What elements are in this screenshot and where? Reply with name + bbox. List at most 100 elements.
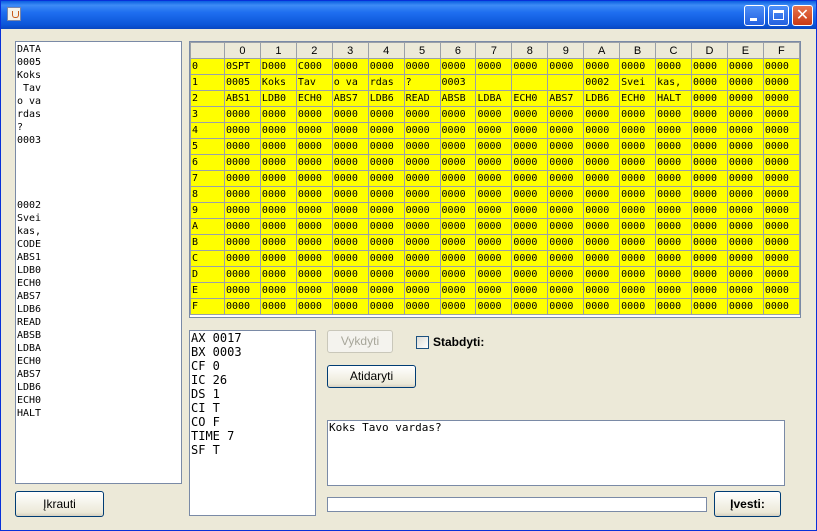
memory-cell[interactable]: 0000: [224, 234, 261, 251]
memory-cell[interactable]: Svei: [619, 74, 657, 91]
memory-cell[interactable]: 0000: [295, 170, 333, 187]
memory-cell[interactable]: 0000: [367, 266, 405, 283]
memory-cell[interactable]: 0000: [690, 58, 728, 75]
memory-cell[interactable]: 0000: [547, 282, 585, 299]
memory-cell[interactable]: 0000: [331, 298, 369, 315]
memory-cell[interactable]: 0000: [583, 154, 621, 171]
memory-cell[interactable]: 0000: [547, 186, 585, 203]
row-header[interactable]: C: [190, 250, 225, 267]
memory-cell[interactable]: 0000: [224, 250, 261, 267]
memory-cell[interactable]: 0000: [762, 170, 801, 187]
memory-cell[interactable]: 0000: [619, 234, 657, 251]
column-header[interactable]: 8: [511, 42, 549, 59]
memory-cell[interactable]: 0000: [403, 266, 441, 283]
memory-cell[interactable]: [475, 74, 513, 91]
memory-cell[interactable]: 0000: [475, 138, 513, 155]
column-header[interactable]: 3: [331, 42, 369, 59]
memory-cell[interactable]: 0000: [259, 138, 297, 155]
memory-cell[interactable]: 0000: [690, 122, 728, 139]
memory-cell[interactable]: ECH0: [511, 90, 549, 107]
memory-cell[interactable]: 0000: [224, 186, 261, 203]
memory-cell[interactable]: 0000: [655, 218, 692, 235]
memory-cell[interactable]: 0000: [259, 218, 297, 235]
memory-cell[interactable]: 0000: [726, 74, 764, 91]
memory-cell[interactable]: 0000: [295, 106, 333, 123]
memory-cell[interactable]: 0000: [762, 58, 801, 75]
memory-cell[interactable]: 0000: [726, 170, 764, 187]
row-header[interactable]: F: [190, 298, 225, 315]
memory-cell[interactable]: 0000: [331, 170, 369, 187]
memory-cell[interactable]: 0000: [726, 282, 764, 299]
memory-cell[interactable]: 0000: [690, 106, 728, 123]
memory-cell[interactable]: 0000: [331, 106, 369, 123]
memory-cell[interactable]: 0000: [762, 234, 801, 251]
memory-cell[interactable]: 0000: [403, 234, 441, 251]
memory-cell[interactable]: 0000: [547, 234, 585, 251]
memory-cell[interactable]: 0000: [439, 122, 477, 139]
memory-cell[interactable]: 0000: [511, 266, 549, 283]
memory-cell[interactable]: 0000: [547, 266, 585, 283]
input-field[interactable]: [327, 497, 707, 512]
memory-cell[interactable]: 0000: [295, 234, 333, 251]
column-header[interactable]: B: [619, 42, 657, 59]
memory-cell[interactable]: 0000: [655, 202, 692, 219]
memory-cell[interactable]: 0000: [295, 154, 333, 171]
memory-cell[interactable]: 0000: [583, 186, 621, 203]
row-header[interactable]: 9: [190, 202, 225, 219]
memory-cell[interactable]: 0000: [726, 298, 764, 315]
memory-cell[interactable]: 0000: [439, 106, 477, 123]
memory-cell[interactable]: 0000: [547, 154, 585, 171]
memory-cell[interactable]: 0000: [619, 218, 657, 235]
memory-cell[interactable]: 0000: [726, 250, 764, 267]
memory-cell[interactable]: 0000: [726, 154, 764, 171]
memory-cell[interactable]: 0000: [726, 202, 764, 219]
memory-cell[interactable]: 0000: [511, 122, 549, 139]
memory-cell[interactable]: 0000: [439, 202, 477, 219]
memory-cell[interactable]: 0000: [224, 106, 261, 123]
memory-cell[interactable]: 0000: [655, 250, 692, 267]
memory-cell[interactable]: 0000: [331, 250, 369, 267]
memory-cell[interactable]: 0000: [475, 298, 513, 315]
memory-cell[interactable]: 0000: [331, 154, 369, 171]
open-button[interactable]: Atidaryti: [327, 365, 416, 388]
memory-cell[interactable]: 0000: [690, 186, 728, 203]
title-bar[interactable]: ✕: [1, 1, 816, 29]
memory-cell[interactable]: 0000: [690, 202, 728, 219]
memory-cell[interactable]: 0000: [690, 170, 728, 187]
memory-cell[interactable]: 0000: [475, 218, 513, 235]
row-header[interactable]: 2: [190, 90, 225, 107]
memory-cell[interactable]: 0000: [619, 298, 657, 315]
memory-cell[interactable]: 0000: [726, 234, 764, 251]
memory-cell[interactable]: 0000: [439, 234, 477, 251]
column-header[interactable]: F: [762, 42, 801, 59]
memory-cell[interactable]: kas,: [655, 74, 692, 91]
column-header[interactable]: C: [655, 42, 692, 59]
memory-cell[interactable]: 0000: [547, 202, 585, 219]
memory-cell[interactable]: 0000: [475, 266, 513, 283]
memory-cell[interactable]: 0000: [762, 122, 801, 139]
memory-cell[interactable]: 0000: [367, 186, 405, 203]
output-textarea[interactable]: Koks Tavo vardas?: [327, 420, 785, 486]
memory-cell[interactable]: 0000: [367, 122, 405, 139]
memory-cell[interactable]: 0000: [224, 154, 261, 171]
memory-cell[interactable]: 0000: [583, 282, 621, 299]
memory-cell[interactable]: 0000: [547, 218, 585, 235]
memory-cell[interactable]: 0000: [655, 106, 692, 123]
row-header[interactable]: B: [190, 234, 225, 251]
memory-cell[interactable]: 0000: [655, 154, 692, 171]
row-header[interactable]: 4: [190, 122, 225, 139]
memory-cell[interactable]: 0000: [690, 250, 728, 267]
memory-cell[interactable]: 0000: [655, 186, 692, 203]
column-header[interactable]: 0: [224, 42, 261, 59]
memory-cell[interactable]: C000: [295, 58, 333, 75]
memory-cell[interactable]: 0000: [583, 122, 621, 139]
memory-cell[interactable]: 0000: [690, 218, 728, 235]
memory-cell[interactable]: 0000: [583, 218, 621, 235]
memory-cell[interactable]: 0000: [259, 282, 297, 299]
memory-cell[interactable]: rdas: [367, 74, 405, 91]
memory-cell[interactable]: 0000: [511, 170, 549, 187]
memory-cell[interactable]: 0000: [403, 186, 441, 203]
memory-cell[interactable]: 0000: [224, 202, 261, 219]
close-button[interactable]: ✕: [792, 5, 813, 26]
memory-cell[interactable]: 0000: [259, 154, 297, 171]
